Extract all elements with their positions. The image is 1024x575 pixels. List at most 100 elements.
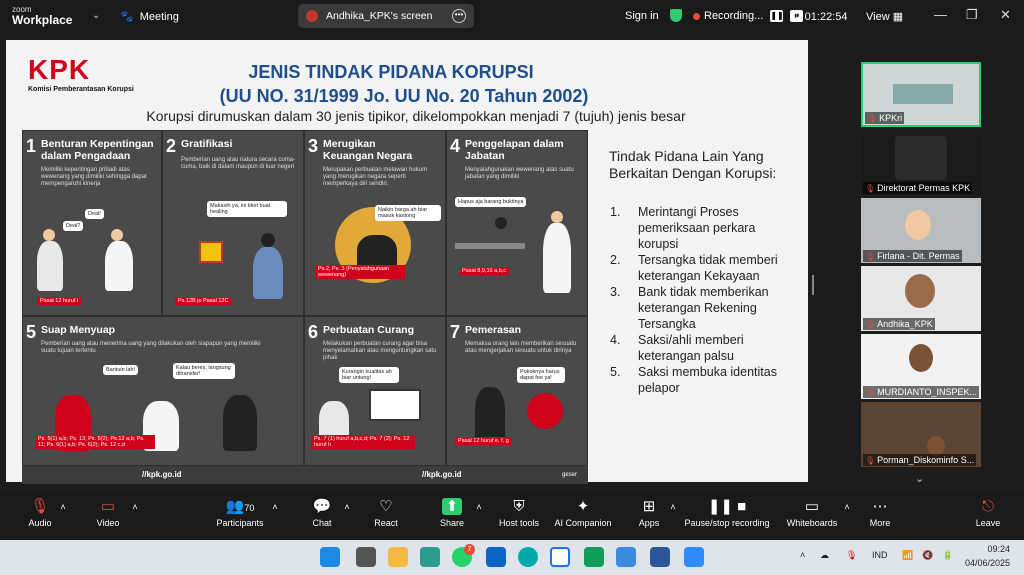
whiteboards-button[interactable]: ▭ Whiteboards [784, 496, 840, 528]
chat-options-chevron[interactable]: ˄ [342, 496, 352, 518]
speech-bubble: Makasih ya, ini tiket buat healing [207, 201, 287, 217]
minimize-icon[interactable]: — [934, 7, 947, 22]
list-text: Saksi membuka identitas pelapor [638, 365, 777, 395]
cell-description: Memaksa orang lain memberikan sesuatu at… [465, 341, 577, 354]
timer-value: 01:22:54 [804, 11, 848, 23]
participants-options-chevron[interactable]: ˄ [270, 496, 280, 518]
cell-number: 7 [450, 322, 461, 342]
language-indicator[interactable]: IND [872, 550, 888, 560]
view-button[interactable]: View ▦ [866, 10, 903, 23]
audio-button[interactable]: 🎙 Audio [22, 496, 58, 528]
whiteboards-label: Whiteboards [786, 518, 838, 528]
audio-options-chevron[interactable]: ˄ [58, 496, 68, 518]
law-label: Ps.2, Ps. 3 (Penyalahgunaan wewenang) [315, 265, 405, 279]
video-label: Video [96, 518, 120, 528]
view-label: View [866, 11, 890, 23]
more-button[interactable]: ⋯ More [864, 496, 896, 528]
participant-tile[interactable]: 🎙 Andhika_KPK [861, 266, 981, 331]
mic-icon: 🎙 [846, 550, 858, 560]
notification-badge: 7 [464, 544, 475, 555]
sign-in-link[interactable]: Sign in [625, 10, 659, 22]
share-options-chevron[interactable]: ˄ [474, 496, 484, 518]
chevron-down-icon[interactable]: ⌄ [92, 10, 100, 21]
sharer-avatar-icon [306, 10, 318, 22]
speech-bubble: Bantuin lah! [103, 365, 139, 375]
scroll-down-icon[interactable]: ⌄ [915, 472, 924, 485]
outlook-icon[interactable] [486, 547, 506, 567]
browser-icon[interactable] [518, 547, 538, 567]
pause-icon[interactable]: ❚❚ [770, 10, 784, 22]
word-icon[interactable] [650, 547, 670, 567]
gift-icon [199, 241, 223, 263]
host-tools-button[interactable]: ⛨ Host tools [496, 496, 542, 528]
participants-button[interactable]: 👥70 Participants [212, 496, 268, 528]
kpk-logo-text: KPK [28, 54, 91, 85]
cell-heading: Suap Menyuap [41, 324, 116, 336]
leave-button[interactable]: ⎋ Leave [972, 496, 1004, 528]
participant-tile[interactable]: 🎙 KPKri [861, 62, 981, 127]
react-button[interactable]: ♡ React [368, 496, 404, 528]
task-view-icon[interactable] [356, 547, 376, 567]
person-figure [105, 241, 133, 291]
participant-name: 🎙 Direktorat Permas KPK [863, 182, 973, 194]
mic-muted-icon: 🎙 [30, 498, 50, 515]
video-options-chevron[interactable]: ˄ [130, 496, 140, 518]
shield-icon: ⛨ [513, 498, 525, 515]
footer-url: //kpk.go.id [422, 470, 462, 479]
participant-tile[interactable]: 🎙 Direktorat Permas KPK [861, 130, 981, 195]
wifi-icon[interactable]: 📶 [902, 550, 913, 561]
share-button[interactable]: ⬆ Share [434, 496, 470, 528]
participant-tile[interactable]: 🎙 MURDIANTO_INSPEK... [861, 334, 981, 399]
file-explorer-icon[interactable] [388, 547, 408, 567]
meeting-menu[interactable]: 🐾 Meeting [120, 10, 179, 24]
taskbar-time[interactable]: 09:24 [976, 544, 1010, 554]
resize-handle[interactable] [812, 275, 814, 295]
restore-icon[interactable]: ❐ [966, 7, 978, 23]
battery-icon[interactable]: 🔋 [942, 550, 953, 561]
cell-5: 5 Suap Menyuap Pemberian uang atau mener… [22, 316, 304, 466]
ai-companion-button[interactable]: ✦ AI Companion [552, 496, 614, 528]
participant-tile[interactable]: 🎙 Firlana - Dit. Permas [861, 198, 981, 263]
cell-4: 4 Penggelapan dalam Jabatan Menyalahguna… [446, 130, 588, 316]
skype-icon[interactable] [584, 547, 604, 567]
related-offenses-list: 1. Merintangi Proses pemeriksaan perkara … [610, 204, 798, 396]
video-button[interactable]: ▭ Video [90, 496, 126, 528]
zoom-taskbar-icon[interactable] [684, 547, 704, 567]
mic-muted-icon: 🎙 [865, 320, 876, 329]
onedrive-icon[interactable] [616, 547, 636, 567]
cell-number: 1 [26, 136, 37, 156]
circle-shape [527, 393, 563, 429]
volume-mute-icon[interactable]: 🔇 [922, 550, 933, 561]
law-label: Pasal 8,9,10 a,b,c [459, 267, 510, 275]
shield-icon[interactable] [670, 9, 682, 22]
chrome-icon[interactable] [550, 547, 570, 567]
host-label: Host tools [498, 518, 540, 528]
edge-browser-icon[interactable] [420, 547, 440, 567]
speech-bubble: Hapus aja barang buktinya [455, 197, 527, 207]
leave-icon: ⎋ [982, 498, 994, 515]
apps-icon: ⊞ [642, 498, 656, 515]
apps-button[interactable]: ⊞ Apps [634, 496, 664, 528]
participant-tile[interactable]: 🎙 Porman_Diskominfo S... [861, 402, 981, 467]
close-icon[interactable]: ✕ [1000, 7, 1011, 23]
taskbar-date[interactable]: 04/06/2025 [964, 558, 1010, 568]
pause-stop-recording-button[interactable]: ❚❚ ■ Pause/stop recording [682, 496, 772, 528]
cell-description: Menyalahgunakan wewenang atas suatu jaba… [465, 167, 574, 180]
whiteboards-options-chevron[interactable]: ˄ [842, 496, 852, 518]
cell-heading: Penggelapan dalam Jabatan [465, 138, 564, 162]
more-options-icon[interactable]: ••• [452, 9, 466, 23]
speech-bubble: Pokoknya harus dapat fee ya! [517, 367, 565, 383]
kpk-logo: KPK [28, 54, 90, 86]
chat-button[interactable]: 💬 Chat [306, 496, 338, 528]
recording-label: Recording... [704, 10, 764, 22]
chart-board-icon [369, 389, 421, 421]
leave-label: Leave [975, 518, 1001, 528]
person-head [909, 344, 933, 372]
share-label: Share [439, 518, 465, 528]
cell-heading: Merugikan Keuangan Negara [323, 138, 413, 162]
screen-share-pill[interactable]: Andhika_KPK's screen ••• [298, 4, 474, 28]
windows-start-icon[interactable] [320, 547, 340, 567]
tray-overflow-icon[interactable]: ˄ [800, 550, 805, 560]
list-text: Tersangka tidak memberi keterangan Kekay… [638, 253, 778, 283]
apps-options-chevron[interactable]: ˄ [668, 496, 678, 518]
